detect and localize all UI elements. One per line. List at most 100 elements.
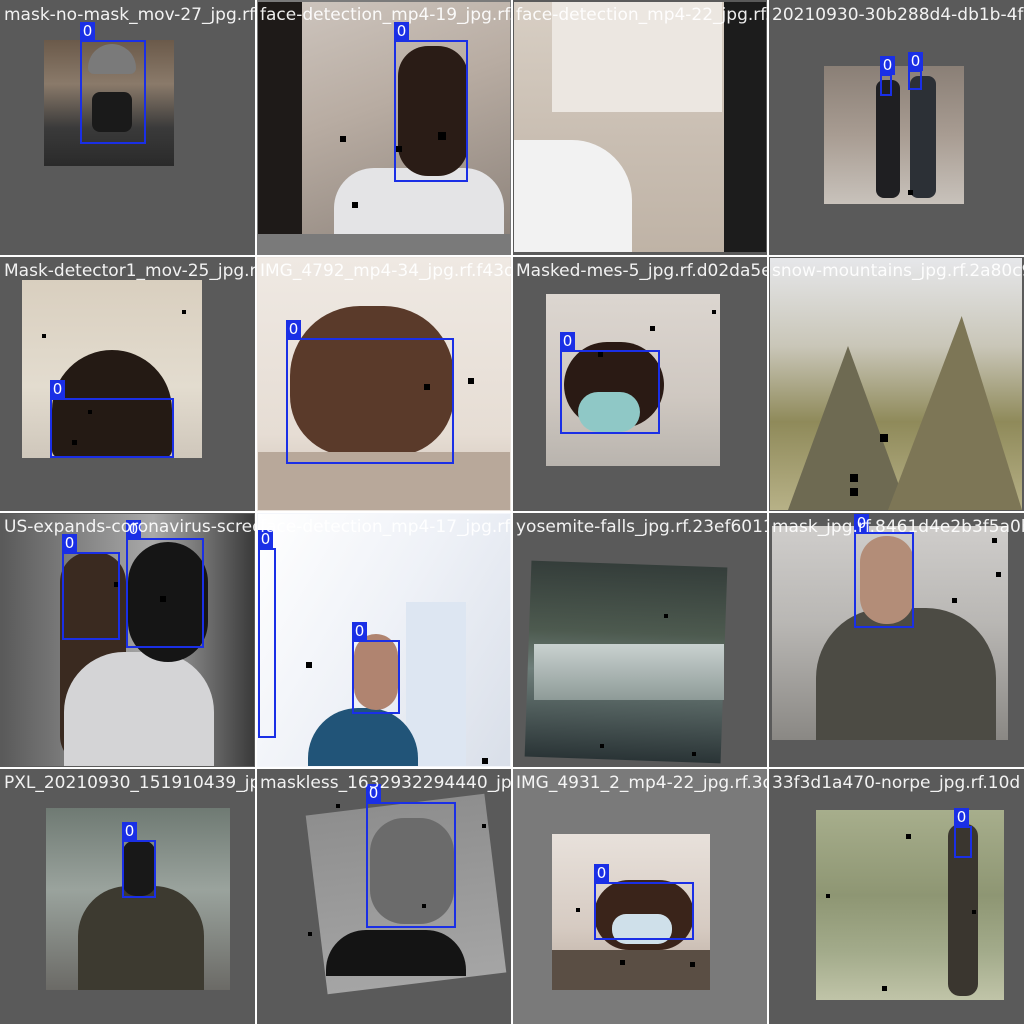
tile-4: 0 0 20210930-30b288d4-db1b-4f: [768, 0, 1024, 256]
bounding-box: 0: [594, 864, 694, 940]
marker-dot: [850, 488, 858, 496]
bbox-class-label: 0: [50, 380, 65, 399]
shirt-shape: [326, 930, 466, 976]
bbox-class-label: 0: [80, 22, 95, 41]
marker-dot: [468, 378, 474, 384]
grid-divider: [0, 511, 1024, 513]
bounding-box: 0: [908, 52, 923, 90]
tile-8: snow-mountains_jpg.rf.2a80c97c3: [768, 256, 1024, 512]
marker-dot: [576, 908, 580, 912]
marker-dot: [336, 804, 340, 808]
bbox-class-label: 0: [954, 808, 969, 827]
tile-1: 0 mask-no-mask_mov-27_jpg.rf.6ee0e4b47: [0, 0, 256, 256]
grid-divider: [0, 767, 1024, 769]
marker-dot: [306, 662, 312, 668]
bbox-class-label: 0: [594, 864, 609, 883]
bbox-class-label: 0: [880, 56, 895, 75]
wall-shape: [552, 2, 722, 112]
coat-shape: [78, 886, 204, 990]
bounding-box: 0: [352, 622, 400, 714]
tile-14: 0 maskless_1632932294440_jpg.rf.d5: [256, 768, 512, 1024]
marker-dot: [850, 474, 858, 482]
bbox-class-label: 0: [126, 520, 141, 539]
marker-dot: [482, 824, 486, 828]
marker-dot: [996, 572, 1001, 577]
marker-dot: [352, 202, 358, 208]
bbox-class-label: 0: [908, 52, 923, 71]
bounding-box: 0: [286, 320, 454, 464]
marker-dot: [906, 834, 911, 839]
bounding-box: 0: [80, 22, 146, 144]
bbox-class-label: 0: [352, 622, 367, 641]
bounding-box: 0: [954, 808, 972, 858]
tile-7: 0 Masked-mes-5_jpg.rf.d02da5e9bdc6828a2a…: [512, 256, 768, 512]
coat-shape: [64, 652, 214, 766]
marker-dot: [664, 614, 668, 618]
marker-dot: [972, 910, 976, 914]
bounding-box: 0: [258, 530, 276, 738]
bounding-box: 0: [50, 380, 174, 458]
dark-wall-shape: [258, 2, 302, 234]
marker-dot: [712, 310, 716, 314]
marker-dot: [42, 334, 46, 338]
tile-filename: maskless_1632932294440_jpg.rf.d5: [260, 773, 512, 793]
marker-dot: [620, 960, 625, 965]
marker-dot: [690, 962, 695, 967]
shirt-shape: [552, 950, 710, 990]
bounding-box: 0: [126, 520, 204, 648]
bounding-box: 0: [62, 534, 120, 640]
marker-dot: [340, 136, 346, 142]
bbox-class-label: 0: [122, 822, 137, 841]
bbox-class-label: 0: [366, 784, 381, 803]
tile-filename: Masked-mes-5_jpg.rf.d02da5e9bdc6828a2a80…: [516, 261, 768, 281]
tile-16: 0 33f3d1a470-norpe_jpg.rf.10d: [768, 768, 1024, 1024]
bbox-class-label: 0: [560, 332, 575, 351]
bounding-box: 0: [854, 514, 914, 628]
marker-dot: [308, 932, 312, 936]
bounding-box: 0: [366, 784, 456, 928]
tile-filename: Mask-detector1_mov-25_jpg.rf.4a738ea85: [4, 261, 256, 281]
bounding-box: 0: [122, 822, 156, 898]
bbox-class-label: 0: [258, 530, 273, 549]
person-shape: [910, 76, 936, 198]
tile-filename: 20210930-30b288d4-db1b-4f: [772, 5, 1024, 25]
bbox-class-label: 0: [394, 22, 409, 41]
person-shape: [876, 80, 900, 198]
tile-filename: PXL_20210930_151910439_jpg.rf.be8214c05: [4, 773, 256, 793]
bounding-box: 0: [880, 56, 895, 96]
marker-dot: [952, 598, 957, 603]
shoulder-shape: [514, 140, 632, 252]
tile-9: 0 0 US-expands-coronavirus-screenings-at…: [0, 512, 256, 768]
tile-12: 0 mask_jpg.rf.8461d4e2b3f5a0b97f856761: [768, 512, 1024, 768]
bbox-class-label: 0: [62, 534, 77, 553]
bounding-box: 0: [560, 332, 660, 434]
tile-11: yosemite-falls_jpg.rf.23ef60114: [512, 512, 768, 768]
dark-corner-shape: [724, 2, 766, 252]
tile-filename: IMG_4931_2_mp4-22_jpg.rf.3d368131702: [516, 773, 768, 793]
tile-13: 0 PXL_20210930_151910439_jpg.rf.be8214c0…: [0, 768, 256, 1024]
tile-filename: mask-no-mask_mov-27_jpg.rf.6ee0e4b47: [4, 5, 256, 25]
waterfall-shape: [534, 644, 724, 700]
grid-divider: [0, 255, 1024, 257]
marker-dot: [992, 538, 997, 543]
bounding-box: 0: [394, 22, 468, 182]
tile-5: 0 Mask-detector1_mov-25_jpg.rf.4a738ea85: [0, 256, 256, 512]
marker-dot: [600, 744, 604, 748]
bbox-class-label: 0: [286, 320, 301, 339]
tile-15: 0 IMG_4931_2_mp4-22_jpg.rf.3d368131702: [512, 768, 768, 1024]
marker-dot: [182, 310, 186, 314]
mosaic-grid: 0 mask-no-mask_mov-27_jpg.rf.6ee0e4b47 0…: [0, 0, 1024, 1024]
tile-filename: 33f3d1a470-norpe_jpg.rf.10d: [772, 773, 1021, 793]
bbox-class-label: 0: [854, 514, 869, 533]
tile-6: 0 IMG_4792_mp4-34_jpg.rf.f43d2c5e9342: [256, 256, 512, 512]
tile-10: 0 0 face-detection_mp4-17_jpg.rf.05c87f8…: [256, 512, 512, 768]
marker-dot: [826, 894, 830, 898]
marker-dot: [482, 758, 488, 764]
marker-dot: [692, 752, 696, 756]
marker-dot: [908, 190, 913, 195]
marker-dot: [882, 986, 887, 991]
tile-filename: yosemite-falls_jpg.rf.23ef60114: [516, 517, 768, 537]
tile-3: face-detection_mp4-22_jpg.rf.6c5b0a3c1: [512, 0, 768, 256]
tile-2: 0 face-detection_mp4-19_jpg.rf.4a0f238e9…: [256, 0, 512, 256]
marker-dot: [650, 326, 655, 331]
